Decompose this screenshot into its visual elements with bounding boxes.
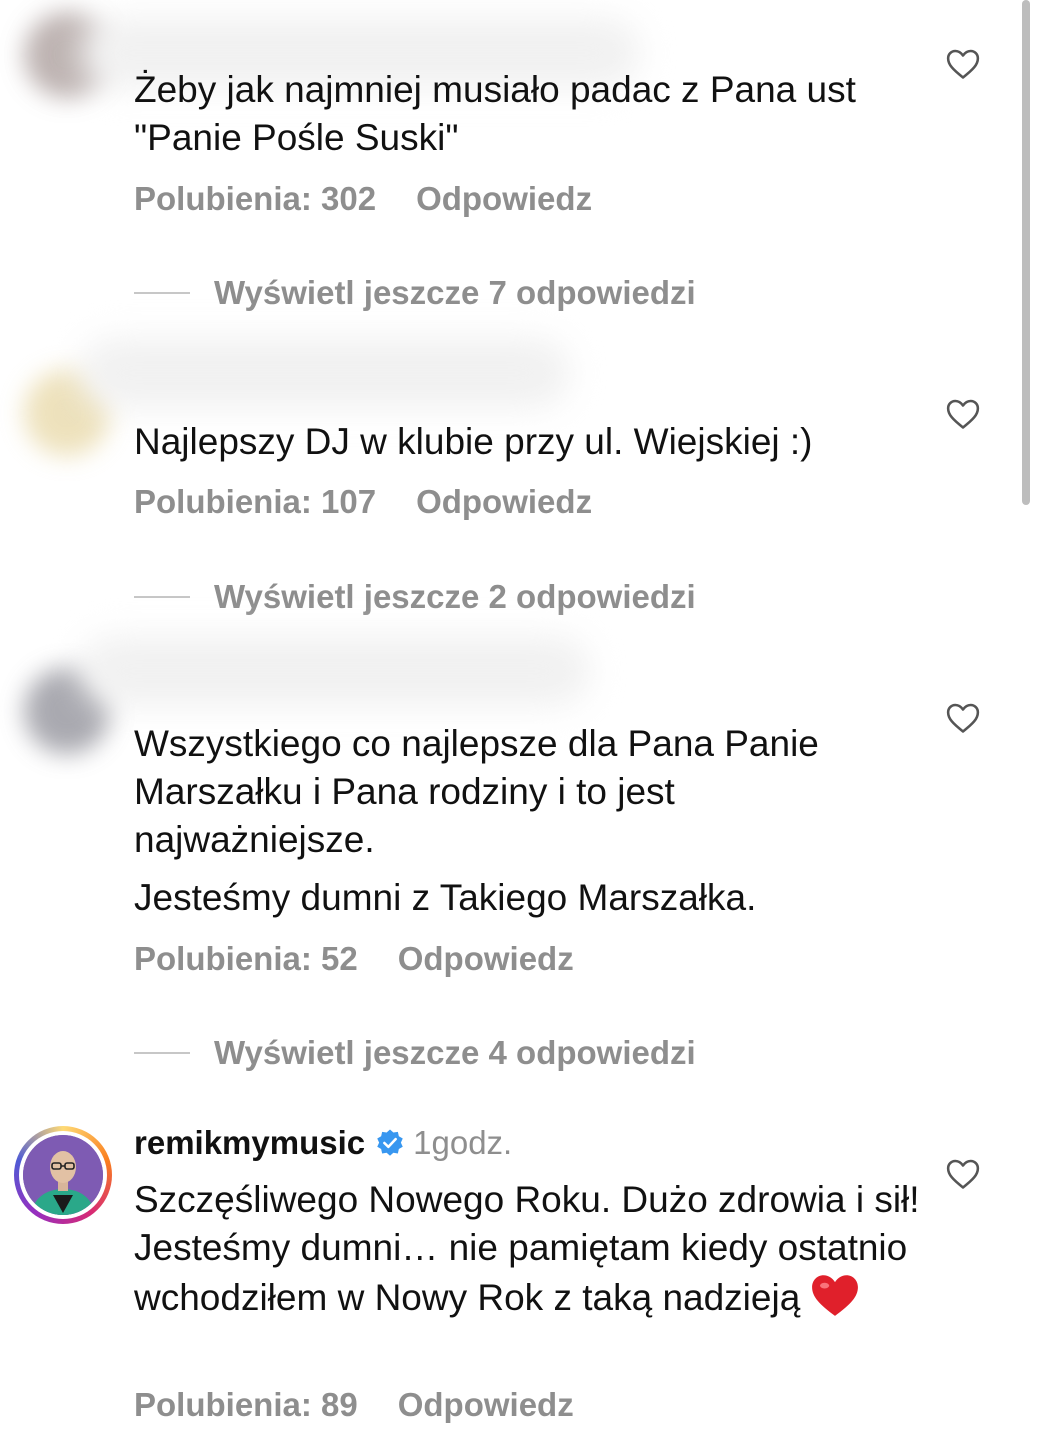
divider-line [134, 1052, 190, 1054]
comment-text: Wszystkiego co najlepsze dla Pana Panie … [134, 720, 924, 922]
comment-meta: Polubienia: 89 Odpowiedz [134, 1386, 574, 1424]
divider-line [134, 292, 190, 294]
comment-text-line: Wszystkiego co najlepsze dla Pana Panie … [134, 723, 819, 860]
view-more-replies-label: Wyświetl jeszcze 7 odpowiedzi [214, 274, 696, 311]
heart-outline-icon[interactable] [946, 702, 980, 734]
blurred-username [80, 338, 570, 408]
view-more-replies-label: Wyświetl jeszcze 4 odpowiedzi [214, 1034, 696, 1071]
comment-meta: Polubienia: 302 Odpowiedz [134, 180, 592, 218]
likes-count[interactable]: Polubienia: 52 [134, 940, 358, 977]
scrollbar[interactable] [1022, 0, 1030, 505]
reply-button[interactable]: Odpowiedz [416, 180, 592, 217]
view-more-replies[interactable]: Wyświetl jeszcze 2 odpowiedzi [134, 577, 696, 617]
divider-line [134, 596, 190, 598]
comment-meta: Polubienia: 52 Odpowiedz [134, 940, 574, 978]
heart-outline-icon[interactable] [946, 398, 980, 430]
comment-timestamp: 1godz. [413, 1124, 513, 1161]
verified-badge-icon [377, 1129, 403, 1156]
view-more-replies-label: Wyświetl jeszcze 2 odpowiedzi [214, 578, 696, 615]
comment-text: Najlepszy DJ w klubie przy ul. Wiejskiej… [134, 418, 924, 466]
avatar-border [19, 1131, 107, 1219]
likes-count[interactable]: Polubienia: 89 [134, 1386, 358, 1423]
reply-button[interactable]: Odpowiedz [398, 940, 574, 977]
comment-header: remikmymusic 1godz. [134, 1124, 512, 1162]
red-heart-emoji-icon [812, 1275, 859, 1316]
reply-button[interactable]: Odpowiedz [398, 1386, 574, 1423]
comment-body: Szczęśliwego Nowego Roku. Dużo zdrowia i… [134, 1179, 920, 1318]
reply-button[interactable]: Odpowiedz [416, 483, 592, 520]
comment-text-line: Żeby jak najmniej musiało padac z Pana u… [134, 69, 856, 158]
comment-text: Szczęśliwego Nowego Roku. Dużo zdrowia i… [134, 1176, 924, 1322]
comment-meta: Polubienia: 107 Odpowiedz [134, 483, 592, 521]
avatar-illustration [23, 1135, 103, 1215]
heart-outline-icon[interactable] [946, 48, 980, 80]
username[interactable]: remikmymusic [134, 1124, 365, 1162]
blurred-username [80, 636, 590, 706]
heart-outline-icon[interactable] [946, 1158, 980, 1190]
view-more-replies[interactable]: Wyświetl jeszcze 4 odpowiedzi [134, 1033, 696, 1073]
comment-text-line: Jesteśmy dumni z Takiego Marszałka. [134, 877, 757, 918]
view-more-replies[interactable]: Wyświetl jeszcze 7 odpowiedzi [134, 273, 696, 313]
avatar-image [23, 1135, 103, 1215]
likes-count[interactable]: Polubienia: 302 [134, 180, 376, 217]
comment-text-line: Najlepszy DJ w klubie przy ul. Wiejskiej… [134, 421, 813, 462]
comment-text-line: Szczęśliwego Nowego Roku. Dużo zdrowia i… [134, 1176, 924, 1322]
likes-count[interactable]: Polubienia: 107 [134, 483, 376, 520]
comment-text: Żeby jak najmniej musiało padac z Pana u… [134, 66, 924, 162]
avatar[interactable] [14, 1126, 112, 1224]
